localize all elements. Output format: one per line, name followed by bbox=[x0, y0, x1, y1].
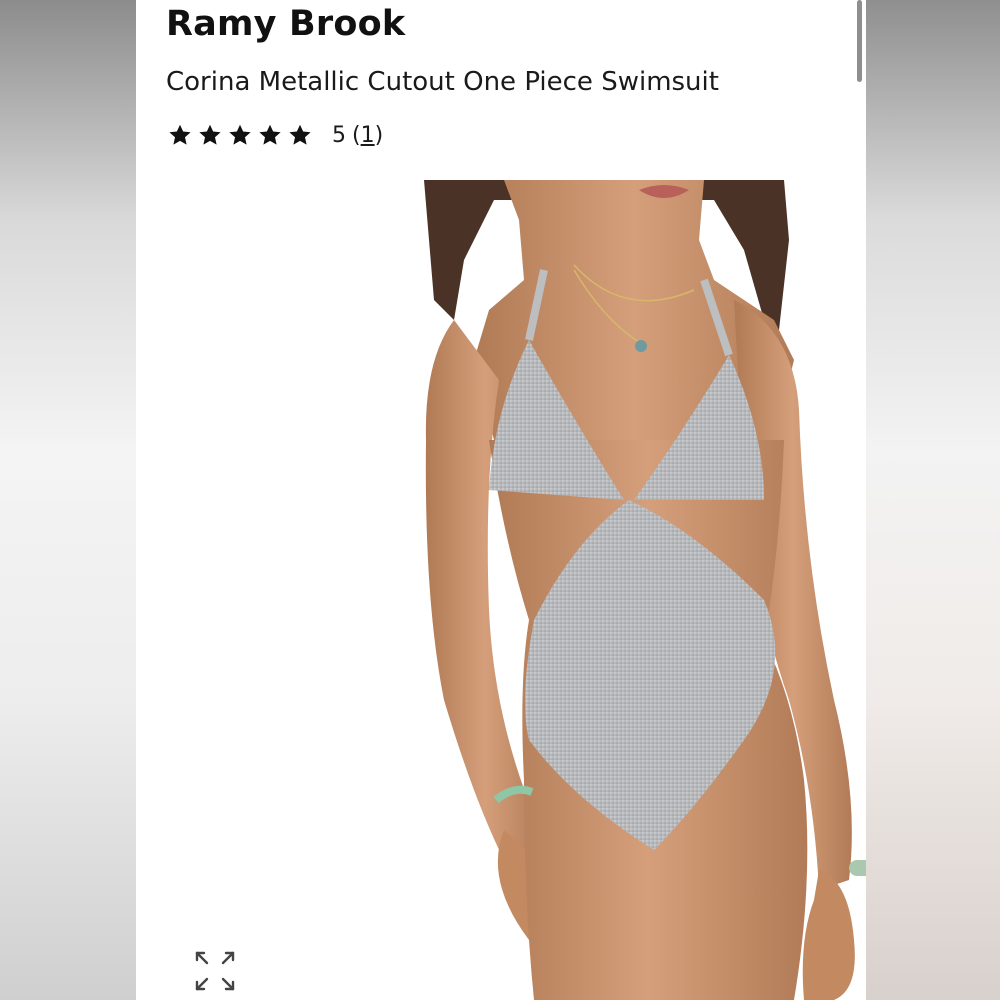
product-title: Corina Metallic Cutout One Piece Swimsui… bbox=[166, 67, 719, 97]
expand-icon[interactable] bbox=[193, 949, 237, 993]
review-count-open: ( bbox=[352, 122, 361, 148]
scrollbar[interactable] bbox=[857, 0, 862, 82]
review-count-link[interactable]: (1) bbox=[352, 123, 383, 148]
review-count-number[interactable]: 1 bbox=[361, 123, 375, 148]
star-icon bbox=[289, 124, 311, 145]
star-rating bbox=[167, 122, 313, 148]
rating-row: 5 (1) bbox=[167, 119, 383, 151]
product-image[interactable] bbox=[274, 180, 866, 1000]
star-icon bbox=[229, 124, 251, 145]
left-backdrop bbox=[0, 0, 136, 1000]
star-icon bbox=[259, 124, 281, 145]
product-page: Ramy Brook Corina Metallic Cutout One Pi… bbox=[136, 0, 866, 1000]
right-backdrop bbox=[866, 0, 1000, 1000]
rating-value: 5 bbox=[332, 122, 346, 148]
star-icon bbox=[199, 124, 221, 145]
brand-name[interactable]: Ramy Brook bbox=[166, 4, 405, 44]
star-icon bbox=[169, 124, 191, 145]
review-count-close: ) bbox=[374, 122, 384, 148]
